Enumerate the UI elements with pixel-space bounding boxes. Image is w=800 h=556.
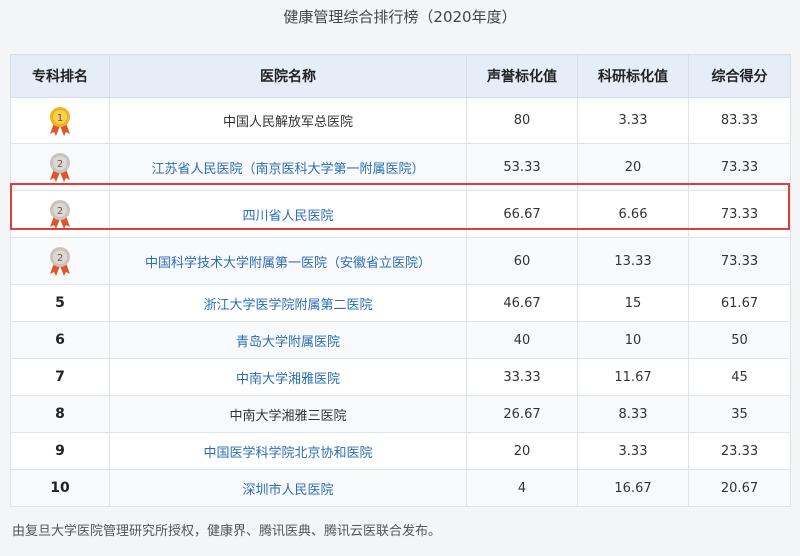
score-value: 23.33 (688, 432, 791, 470)
hospital-link[interactable]: 江苏省人民医院（南京医科大学第一附属医院） (151, 162, 424, 177)
research-value: 10 (577, 321, 689, 359)
medal-badge: 1 (45, 105, 75, 137)
score-value: 50 (688, 321, 791, 359)
score-value: 61.67 (688, 284, 791, 322)
rank-cell: 1 (10, 97, 110, 144)
table-row: 2 中国科学技术大学附属第一医院（安徽省立医院） 60 13.33 73.33 (10, 237, 791, 285)
hospital-name-cell: 中国医学科学院北京协和医院 (109, 432, 467, 470)
rank-number: 8 (55, 406, 65, 422)
table-row: 9 中国医学科学院北京协和医院 20 3.33 23.33 (10, 432, 791, 470)
footer-note: 由复旦大学医院管理研究所授权，健康界、腾讯医典、腾讯云医联合发布。 (12, 524, 442, 539)
rank-cell: 8 (10, 395, 110, 433)
hospital-name-cell: 四川省人民医院 (109, 190, 467, 238)
rank-number: 7 (55, 369, 65, 385)
hospital-link[interactable]: 深圳市人民医院 (242, 483, 333, 498)
table-row: 2 四川省人民医院 66.67 6.66 73.33 (10, 190, 791, 238)
table-row: 10 深圳市人民医院 4 16.67 20.67 (10, 469, 791, 507)
reputation-value: 53.33 (466, 143, 578, 191)
rank-cell: 2 (10, 143, 110, 191)
table-row: 6 青岛大学附属医院 40 10 50 (10, 321, 791, 359)
rank-number: 10 (50, 480, 70, 496)
reputation-value: 60 (466, 237, 578, 285)
reputation-value: 4 (466, 469, 578, 507)
hospital-link[interactable]: 青岛大学附属医院 (236, 335, 340, 350)
medal-badge: 2 (45, 245, 75, 277)
reputation-value: 40 (466, 321, 578, 359)
hospital-name-cell: 浙江大学医学院附属第二医院 (109, 284, 467, 322)
hospital-name-cell: 深圳市人民医院 (109, 469, 467, 507)
hospital-name-cell: 中南大学湘雅医院 (109, 358, 467, 396)
research-value: 20 (577, 143, 689, 191)
reputation-value: 26.67 (466, 395, 578, 433)
header-score: 综合得分 (688, 54, 791, 98)
hospital-name-cell: 江苏省人民医院（南京医科大学第一附属医院） (109, 143, 467, 191)
rank-cell: 10 (10, 469, 110, 507)
rank-number: 6 (55, 332, 65, 348)
reputation-value: 66.67 (466, 190, 578, 238)
svg-text:1: 1 (57, 113, 63, 124)
table-row: 1 中国人民解放军总医院 80 3.33 83.33 (10, 97, 791, 144)
hospital-name-cell: 中南大学湘雅三医院 (109, 395, 467, 433)
score-value: 35 (688, 395, 791, 433)
silver-medal-icon: 2 (50, 247, 70, 276)
rank-cell: 2 (10, 190, 110, 238)
research-value: 16.67 (577, 469, 689, 507)
hospital-link[interactable]: 浙江大学医学院附属第二医院 (203, 298, 372, 313)
table-row: 8 中南大学湘雅三医院 26.67 8.33 35 (10, 395, 791, 433)
score-value: 73.33 (688, 237, 791, 285)
reputation-value: 80 (466, 97, 578, 144)
score-value: 83.33 (688, 97, 791, 144)
research-value: 13.33 (577, 237, 689, 285)
reputation-value: 46.67 (466, 284, 578, 322)
header-research: 科研标化值 (577, 54, 689, 98)
hospital-link[interactable]: 中南大学湘雅医院 (236, 372, 340, 387)
hospital-name-cell: 中国科学技术大学附属第一医院（安徽省立医院） (109, 237, 467, 285)
reputation-value: 20 (466, 432, 578, 470)
rank-cell: 2 (10, 237, 110, 285)
silver-medal-icon: 2 (50, 153, 70, 182)
rank-cell: 7 (10, 358, 110, 396)
svg-text:2: 2 (57, 206, 63, 217)
table-row: 7 中南大学湘雅医院 33.33 11.67 45 (10, 358, 791, 396)
table-row: 2 江苏省人民医院（南京医科大学第一附属医院） 53.33 20 73.33 (10, 143, 791, 191)
score-value: 73.33 (688, 143, 791, 191)
header-reputation: 声誉标化值 (466, 54, 578, 98)
table-row: 5 浙江大学医学院附属第二医院 46.67 15 61.67 (10, 284, 791, 322)
table-header-row: 专科排名 医院名称 声誉标化值 科研标化值 综合得分 (10, 54, 791, 98)
hospital-name-cell: 青岛大学附属医院 (109, 321, 467, 359)
research-value: 11.67 (577, 358, 689, 396)
hospital-link[interactable]: 中国科学技术大学附属第一医院（安徽省立医院） (145, 256, 431, 271)
rank-cell: 5 (10, 284, 110, 322)
header-rank: 专科排名 (10, 54, 110, 98)
medal-badge: 2 (45, 151, 75, 183)
header-hospital-name: 医院名称 (109, 54, 467, 98)
svg-text:2: 2 (57, 253, 63, 264)
silver-medal-icon: 2 (50, 200, 70, 229)
hospital-link[interactable]: 中国医学科学院北京协和医院 (203, 446, 372, 461)
research-value: 8.33 (577, 395, 689, 433)
rank-cell: 9 (10, 432, 110, 470)
medal-badge: 2 (45, 198, 75, 230)
gold-medal-icon: 1 (50, 106, 70, 136)
research-value: 3.33 (577, 97, 689, 144)
score-value: 20.67 (688, 469, 791, 507)
hospital-name: 中南大学湘雅三医院 (229, 408, 347, 424)
rank-cell: 6 (10, 321, 110, 359)
rank-number: 5 (55, 295, 65, 311)
rank-number: 9 (55, 443, 65, 459)
hospital-name: 中国人民解放军总医院 (222, 115, 353, 130)
reputation-value: 33.33 (466, 358, 578, 396)
research-value: 15 (577, 284, 689, 322)
research-value: 6.66 (577, 190, 689, 238)
research-value: 3.33 (577, 432, 689, 470)
score-value: 45 (688, 358, 791, 396)
ranking-table: 专科排名 医院名称 声誉标化值 科研标化值 综合得分 1 中国人民解放军总医院 8… (10, 54, 791, 507)
hospital-name-cell: 中国人民解放军总医院 (109, 97, 467, 144)
score-value: 73.33 (688, 190, 791, 238)
hospital-link[interactable]: 四川省人民医院 (242, 209, 333, 224)
page-title: 健康管理综合排行榜（2020年度） (283, 8, 517, 26)
svg-text:2: 2 (57, 159, 63, 170)
